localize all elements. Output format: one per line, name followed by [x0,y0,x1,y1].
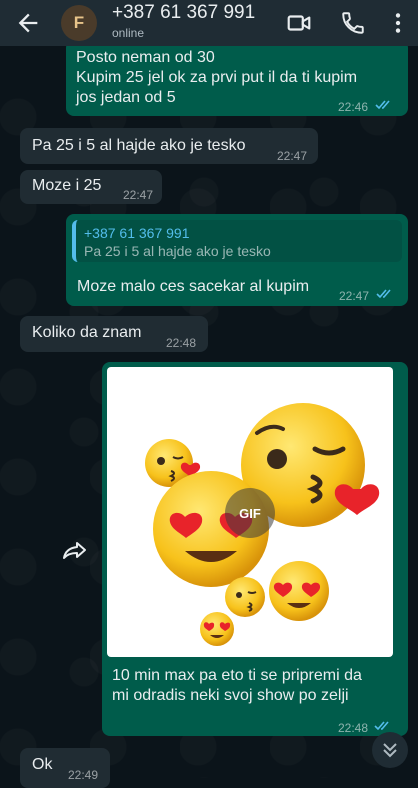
quoted-message[interactable]: +387 61 367 991 Pa 25 i 5 al hajde ako j… [72,220,402,262]
gif-emoji-art: GIF [145,403,380,646]
message-time: 22:48 [338,721,369,735]
wink-kiss-emoji-icon [225,577,265,617]
read-receipt-icon [375,100,390,110]
message-text: Moze i 25 [32,177,102,194]
read-receipt-icon [374,721,389,731]
message-text-line: jos jedan od 5 [76,89,176,106]
quoted-author: +387 61 367 991 [84,225,190,241]
gif-badge: GIF [239,506,261,521]
message-text-line: 10 min max pa eto ti se pripremi da [112,667,362,684]
phone-icon[interactable] [340,10,366,36]
chat-header: F +387 61 367 991 online [0,0,418,46]
avatar-letter: F [73,13,85,32]
message-incoming[interactable]: Ok 22:49 [20,748,110,788]
scroll-to-bottom-button[interactable] [372,732,408,768]
message-text: Moze malo ces sacekar al kupim [77,278,310,295]
arrow-left-icon[interactable] [14,9,42,37]
message-text-line: Posto neman od 30 [76,49,215,66]
message-incoming[interactable]: Moze i 25 22:47 [20,170,162,204]
read-receipt-icon [376,289,391,299]
contact-status: online [112,26,145,40]
message-outgoing-gif[interactable]: GIF 10 min max pa eto ti se pripremi da … [102,362,408,736]
quoted-text: Pa 25 i 5 al hajde ako je tesko [84,243,271,259]
message-outgoing-reply[interactable]: +387 61 367 991 Pa 25 i 5 al hajde ako j… [66,214,408,306]
message-outgoing[interactable]: Posto neman od 30 Kupim 25 jel ok za prv… [66,40,408,116]
message-time: 22:47 [123,188,154,202]
heart-eyes-emoji-icon [269,561,329,621]
message-time: 22:47 [277,149,308,163]
message-time: 22:48 [166,336,197,350]
heart-eyes-emoji-icon [200,612,234,646]
message-text-line: mi odradis neki svoj show po zelji [112,687,349,704]
more-options-icon[interactable] [385,10,411,36]
message-text: Pa 25 i 5 al hajde ako je tesko [32,137,246,154]
message-incoming[interactable]: Pa 25 i 5 al hajde ako je tesko 22:47 [20,128,318,164]
message-text: Ok [32,756,53,773]
video-call-icon[interactable] [286,10,312,36]
message-text-line: Kupim 25 jel ok za prvi put il da ti kup… [76,69,358,86]
message-incoming[interactable]: Koliko da znam 22:48 [20,316,208,352]
message-time: 22:46 [338,100,369,114]
message-time: 22:49 [68,768,99,782]
avatar[interactable]: F [61,5,97,41]
forward-icon[interactable] [62,540,88,560]
message-time: 22:47 [339,289,370,303]
double-chevron-down-icon [383,743,397,758]
contact-name[interactable]: +387 61 367 991 [112,2,255,24]
gif-preview[interactable]: GIF [107,367,393,657]
message-text: Koliko da znam [32,324,142,341]
